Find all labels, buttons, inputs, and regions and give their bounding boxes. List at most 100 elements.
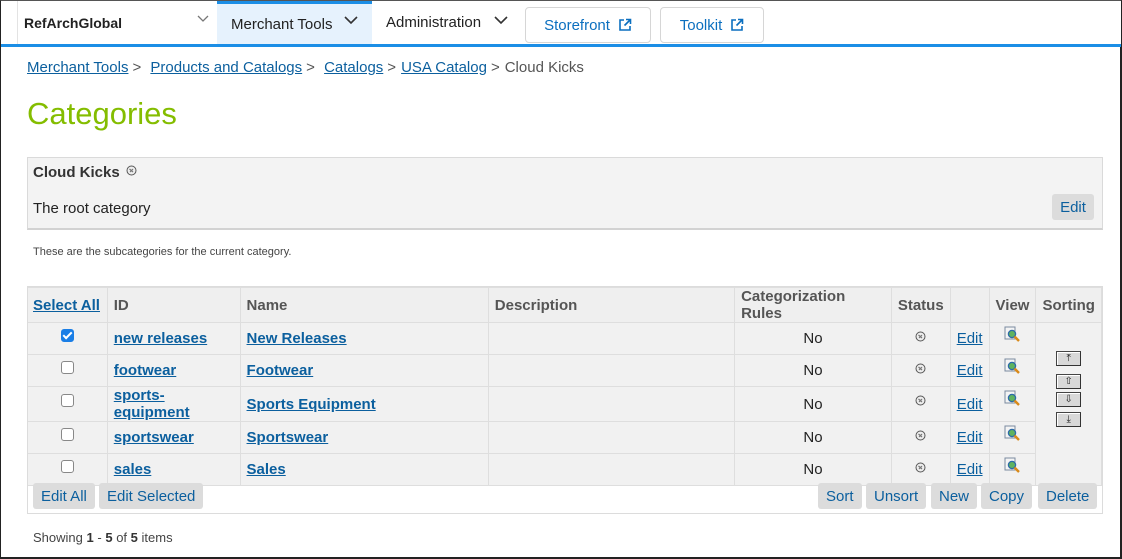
- site-selector[interactable]: RefArchGlobal: [17, 1, 217, 44]
- view-cell: [988, 386, 1037, 422]
- move-to-top-button[interactable]: ⤒: [1056, 351, 1082, 366]
- site-selector-label: RefArchGlobal: [24, 14, 123, 31]
- table-row: sportswear Sportswear No Edit: [28, 421, 1102, 454]
- toolkit-label: Toolkit: [679, 16, 723, 34]
- sort-button[interactable]: Sort: [818, 483, 862, 509]
- online-status-icon: [915, 462, 926, 473]
- preview-magnifier-icon[interactable]: [1004, 457, 1021, 474]
- row-edit-link[interactable]: Edit: [957, 362, 983, 379]
- category-id-link[interactable]: sports-equipment: [114, 387, 190, 421]
- new-button[interactable]: New: [931, 483, 978, 509]
- top-navigation: RefArchGlobal Merchant Tools Administrat…: [1, 1, 1121, 47]
- category-name-link[interactable]: Sales: [247, 461, 286, 478]
- subcategories-grid: Select All ID Name Description Categoriz…: [27, 286, 1103, 514]
- storefront-label: Storefront: [544, 16, 610, 34]
- edit-selected-button[interactable]: Edit Selected: [99, 483, 204, 509]
- row-edit-link[interactable]: Edit: [957, 330, 983, 347]
- breadcrumb-catalogs[interactable]: Catalogs: [324, 59, 383, 76]
- name-cell: Sports Equipment: [239, 386, 489, 422]
- external-link-icon: [731, 18, 744, 31]
- row-select-cell: [28, 322, 108, 355]
- category-name: Cloud Kicks: [33, 164, 120, 181]
- page-title: Categories: [27, 96, 177, 131]
- categorization-rules-cell: No: [734, 322, 892, 355]
- current-category-panel: Cloud Kicks The root category Edit: [27, 157, 1103, 230]
- row-checkbox[interactable]: [60, 394, 74, 408]
- tab-administration[interactable]: Administration: [372, 1, 522, 44]
- toolkit-link[interactable]: Toolkit: [660, 7, 764, 43]
- categorization-rules-cell: No: [734, 354, 892, 387]
- category-id-link[interactable]: sales: [114, 461, 152, 478]
- breadcrumb-merchant-tools[interactable]: Merchant Tools: [27, 59, 128, 76]
- sorting-cell: ⤒ ⇧ ⇩ ⤓: [1035, 322, 1102, 486]
- name-cell: New Releases: [239, 322, 489, 355]
- delete-button[interactable]: Delete: [1038, 483, 1098, 509]
- online-status-icon: [126, 165, 137, 176]
- breadcrumb-separator: >: [387, 59, 397, 76]
- row-select-cell: [28, 386, 108, 422]
- id-cell: sportswear: [106, 421, 241, 454]
- move-to-bottom-button[interactable]: ⤓: [1056, 412, 1082, 427]
- category-id-link[interactable]: sportswear: [114, 429, 194, 446]
- category-name-link[interactable]: Footwear: [247, 362, 314, 379]
- row-checkbox[interactable]: [60, 360, 74, 374]
- column-header-id: ID: [106, 287, 241, 323]
- column-header-name: Name: [239, 287, 489, 323]
- column-header-view: View: [988, 287, 1037, 323]
- edit-cell: Edit: [949, 421, 990, 454]
- external-link-icon: [619, 18, 632, 31]
- status-cell: [890, 322, 951, 355]
- tab-label: Merchant Tools: [231, 15, 333, 33]
- id-cell: footwear: [106, 354, 241, 387]
- category-id-link[interactable]: footwear: [114, 362, 177, 379]
- column-header-sorting: Sorting: [1035, 287, 1102, 323]
- id-cell: new releases: [106, 322, 241, 355]
- tab-merchant-tools[interactable]: Merchant Tools: [217, 1, 372, 44]
- status-cell: [890, 386, 951, 422]
- category-id-link[interactable]: new releases: [114, 330, 207, 347]
- description-cell: [487, 354, 736, 387]
- category-name-link[interactable]: New Releases: [247, 330, 347, 347]
- row-select-cell: [28, 354, 108, 387]
- unsort-button[interactable]: Unsort: [866, 483, 927, 509]
- view-cell: [988, 322, 1037, 355]
- subcategories-hint: These are the subcategories for the curr…: [33, 246, 292, 258]
- table-actions-bar: Edit All Edit Selected Sort Unsort New C…: [28, 480, 1102, 514]
- row-edit-link[interactable]: Edit: [957, 461, 983, 478]
- preview-magnifier-icon[interactable]: [1004, 390, 1021, 407]
- row-edit-link[interactable]: Edit: [957, 396, 983, 413]
- preview-magnifier-icon[interactable]: [1004, 326, 1021, 343]
- breadcrumb-usa-catalog[interactable]: USA Catalog: [401, 59, 487, 76]
- move-down-button[interactable]: ⇩: [1056, 392, 1082, 407]
- table-row: footwear Footwear No Edit: [28, 354, 1102, 387]
- copy-button[interactable]: Copy: [981, 483, 1033, 509]
- subcategories-table: Select All ID Name Description Categoriz…: [28, 287, 1102, 486]
- breadcrumb-separator: >: [132, 59, 142, 76]
- select-all-header: Select All: [28, 287, 108, 323]
- move-up-button[interactable]: ⇧: [1056, 374, 1082, 389]
- row-edit-link[interactable]: Edit: [957, 429, 983, 446]
- status-cell: [890, 354, 951, 387]
- row-checkbox[interactable]: [60, 459, 74, 473]
- showing-to: 5: [105, 530, 113, 545]
- table-row: new releases New Releases No Edit ⤒ ⇧ ⇩ ⤓: [28, 322, 1102, 486]
- edit-category-button[interactable]: Edit: [1052, 194, 1094, 220]
- chevron-down-icon: [344, 16, 358, 25]
- select-all-link[interactable]: Select All: [33, 297, 100, 314]
- status-cell: [890, 421, 951, 454]
- chevron-down-icon: [494, 16, 508, 25]
- showing-of: of: [116, 530, 128, 545]
- breadcrumb-products-and-catalogs[interactable]: Products and Catalogs: [150, 59, 302, 76]
- category-name-link[interactable]: Sports Equipment: [247, 396, 376, 413]
- row-checkbox[interactable]: [60, 328, 74, 342]
- preview-magnifier-icon[interactable]: [1004, 425, 1021, 442]
- row-checkbox[interactable]: [60, 427, 74, 441]
- category-description: The root category: [33, 200, 151, 217]
- breadcrumb-separator: >: [306, 59, 315, 76]
- column-header-categorization-rules: Categorization Rules: [734, 287, 892, 323]
- category-name-link[interactable]: Sportswear: [247, 429, 329, 446]
- storefront-link[interactable]: Storefront: [525, 7, 651, 43]
- preview-magnifier-icon[interactable]: [1004, 358, 1021, 375]
- showing-suffix: items: [141, 530, 173, 545]
- edit-all-button[interactable]: Edit All: [33, 483, 95, 509]
